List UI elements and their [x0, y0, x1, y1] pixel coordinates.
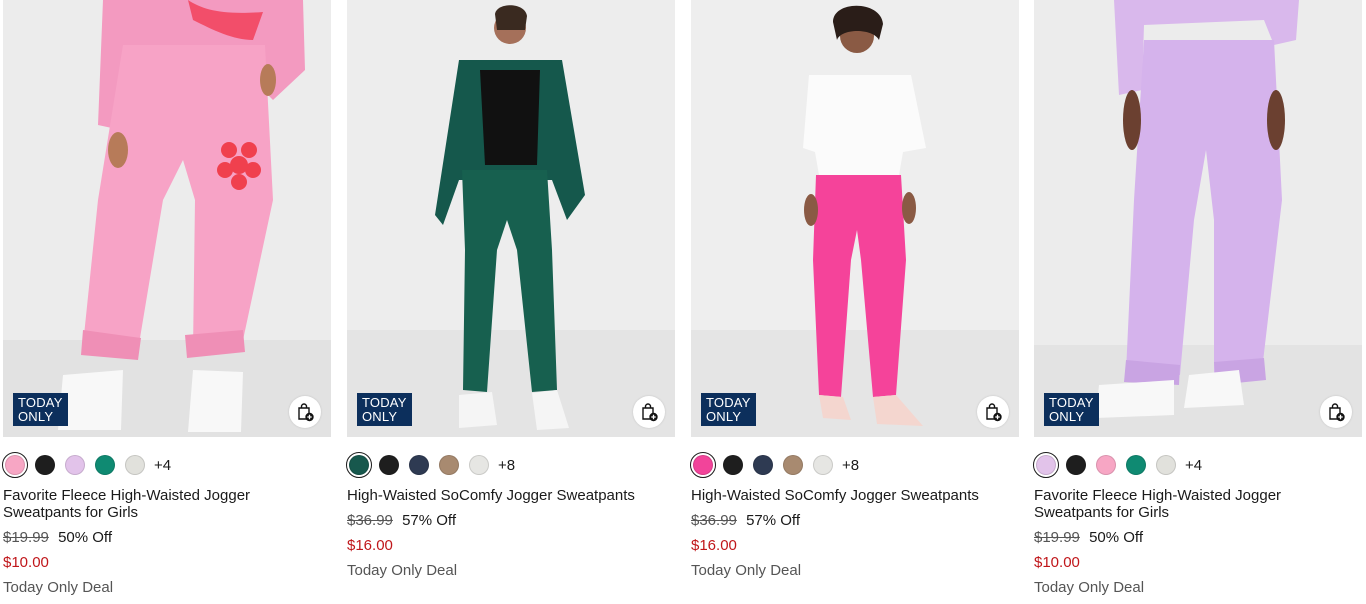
shopping-bag-plus-icon	[298, 403, 314, 422]
color-swatch[interactable]	[1126, 455, 1146, 475]
product-photo-green-jogger-set	[347, 0, 675, 437]
add-to-bag-button[interactable]	[1320, 396, 1352, 428]
today-only-badge: TODAY ONLY	[1044, 393, 1099, 426]
product-image[interactable]: TODAY ONLY	[1034, 0, 1362, 437]
color-swatch[interactable]	[1156, 455, 1176, 475]
color-swatch[interactable]	[409, 455, 429, 475]
color-swatch[interactable]	[1066, 455, 1086, 475]
color-swatch[interactable]	[346, 452, 372, 478]
add-to-bag-button[interactable]	[633, 396, 665, 428]
more-colors-link[interactable]: +8	[498, 457, 515, 474]
sale-price: $10.00	[1034, 554, 1080, 571]
more-colors-link[interactable]: +4	[154, 457, 171, 474]
deal-label: Today Only Deal	[691, 562, 802, 579]
more-colors-link[interactable]: +4	[1185, 457, 1202, 474]
shopping-bag-plus-icon	[642, 403, 658, 422]
product-card[interactable]: TODAY ONLY +8 High-Waisted SoComfy Jogge…	[346, 0, 675, 579]
color-swatches: +4	[1033, 452, 1362, 478]
product-photo-lilac-jogger	[1034, 0, 1362, 437]
color-swatch[interactable]	[469, 455, 489, 475]
color-swatch[interactable]	[65, 455, 85, 475]
price-row: $36.99 57% Off	[347, 512, 675, 529]
product-image[interactable]: TODAY ONLY	[3, 0, 331, 437]
color-swatch[interactable]	[690, 452, 716, 478]
product-title[interactable]: Favorite Fleece High-Waisted Jogger Swea…	[1034, 487, 1362, 521]
color-swatch[interactable]	[2, 452, 28, 478]
color-swatch[interactable]	[379, 455, 399, 475]
original-price: $36.99	[691, 512, 737, 529]
deal-label: Today Only Deal	[1034, 579, 1145, 596]
product-title[interactable]: High-Waisted SoComfy Jogger Sweatpants	[347, 487, 675, 504]
today-only-badge: TODAY ONLY	[357, 393, 412, 426]
color-swatch[interactable]	[95, 455, 115, 475]
product-image[interactable]: TODAY ONLY	[691, 0, 1019, 437]
discount-text: 57% Off	[746, 512, 800, 529]
add-to-bag-button[interactable]	[977, 396, 1009, 428]
product-card[interactable]: TODAY ONLY +8 High-Waisted SoComfy Jogge…	[690, 0, 1019, 579]
color-swatch[interactable]	[125, 455, 145, 475]
price-row: $36.99 57% Off	[691, 512, 1019, 529]
color-swatch[interactable]	[1096, 455, 1116, 475]
color-swatch[interactable]	[439, 455, 459, 475]
price-row: $19.99 50% Off	[1034, 529, 1362, 546]
today-only-badge: TODAY ONLY	[701, 393, 756, 426]
price-row: $19.99 50% Off	[3, 529, 331, 546]
original-price: $36.99	[347, 512, 393, 529]
original-price: $19.99	[3, 529, 49, 546]
product-card[interactable]: TODAY ONLY +4 Favorite Fleece High-Waist…	[2, 0, 331, 596]
sale-price: $16.00	[691, 537, 737, 554]
product-title[interactable]: High-Waisted SoComfy Jogger Sweatpants	[691, 487, 1019, 504]
today-only-badge: TODAY ONLY	[13, 393, 68, 426]
color-swatch[interactable]	[1033, 452, 1059, 478]
product-photo-pink-sweatpants	[691, 0, 1019, 437]
color-swatch[interactable]	[723, 455, 743, 475]
color-swatch[interactable]	[783, 455, 803, 475]
product-card[interactable]: TODAY ONLY +4 Favorite Fleece High-Waist…	[1033, 0, 1362, 596]
shopping-bag-plus-icon	[986, 403, 1002, 422]
product-image[interactable]: TODAY ONLY	[347, 0, 675, 437]
original-price: $19.99	[1034, 529, 1080, 546]
color-swatch[interactable]	[35, 455, 55, 475]
sale-price: $16.00	[347, 537, 393, 554]
product-grid: TODAY ONLY +4 Favorite Fleece High-Waist…	[0, 0, 1366, 604]
add-to-bag-button[interactable]	[289, 396, 321, 428]
discount-text: 57% Off	[402, 512, 456, 529]
sale-price: $10.00	[3, 554, 49, 571]
color-swatch[interactable]	[813, 455, 833, 475]
discount-text: 50% Off	[58, 529, 112, 546]
shopping-bag-plus-icon	[1329, 403, 1345, 422]
more-colors-link[interactable]: +8	[842, 457, 859, 474]
color-swatches: +8	[346, 452, 675, 478]
deal-label: Today Only Deal	[3, 579, 114, 596]
color-swatches: +8	[690, 452, 1019, 478]
product-title[interactable]: Favorite Fleece High-Waisted Jogger Swea…	[3, 487, 331, 521]
color-swatch[interactable]	[753, 455, 773, 475]
color-swatches: +4	[2, 452, 331, 478]
product-photo-pink-jogger	[3, 0, 331, 437]
discount-text: 50% Off	[1089, 529, 1143, 546]
deal-label: Today Only Deal	[347, 562, 458, 579]
